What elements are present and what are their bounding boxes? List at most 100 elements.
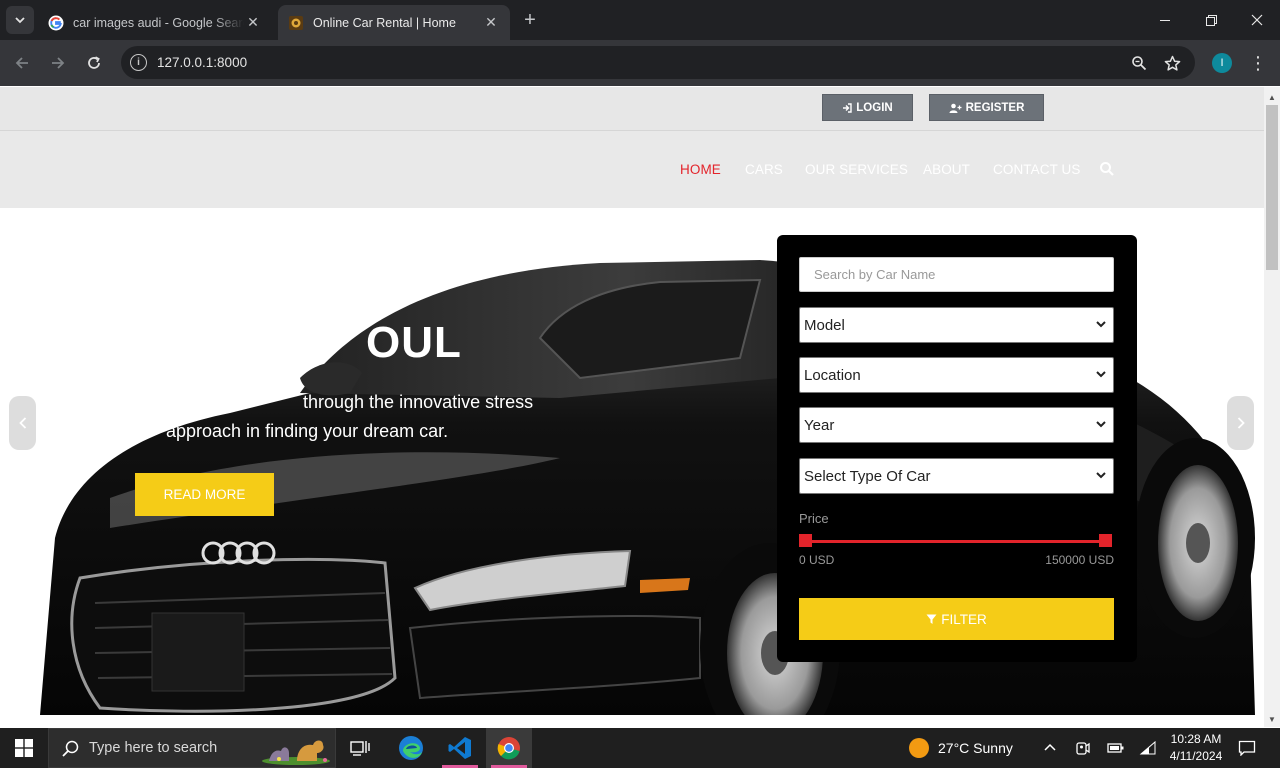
search-icon [62, 740, 79, 757]
minimize-icon [1159, 19, 1170, 21]
start-button[interactable] [0, 728, 48, 768]
top-bar: LOGIN REGISTER [0, 87, 1264, 131]
year-select[interactable]: Year [799, 407, 1114, 443]
reload-button[interactable] [80, 49, 108, 77]
new-tab-button[interactable]: + [518, 8, 542, 32]
restore-icon [1205, 14, 1217, 26]
back-button[interactable] [8, 49, 36, 77]
page-scrollbar[interactable]: ▲ ▼ [1264, 87, 1280, 727]
chevron-down-icon [1096, 472, 1106, 479]
network-indicator[interactable] [1139, 728, 1157, 768]
notification-icon [1238, 740, 1256, 756]
taskbar-chrome-app[interactable] [486, 728, 532, 768]
chevron-down-icon [15, 17, 25, 24]
task-view-button[interactable] [337, 728, 383, 768]
nav-item-our-services[interactable]: OUR SERVICES [805, 162, 908, 177]
notification-center-button[interactable] [1238, 728, 1256, 768]
chevron-down-icon [1096, 321, 1106, 328]
search-highlight-illustration-icon [262, 740, 330, 765]
filter-icon [926, 614, 937, 624]
scroll-down-icon[interactable]: ▼ [1264, 711, 1280, 727]
google-icon [48, 15, 64, 30]
close-window-button[interactable] [1234, 0, 1280, 40]
tray-overflow-button[interactable] [1043, 728, 1057, 768]
carousel-prev-button[interactable] [9, 396, 36, 450]
nav-item-home[interactable]: HOME [680, 162, 721, 177]
chevron-left-icon [18, 417, 26, 429]
zoom-icon[interactable] [1128, 52, 1150, 74]
browser-toolbar: i 127.0.0.1:8000 I ⋮ [0, 40, 1280, 86]
browser-tab-car-rental[interactable]: Online Car Rental | Home ✕ [278, 5, 510, 40]
tab-title: car images audi - Google Search [73, 15, 244, 30]
task-view-icon [350, 741, 370, 756]
tab-search-button[interactable] [6, 6, 34, 34]
profile-avatar[interactable]: I [1212, 53, 1232, 73]
chevron-up-icon [1044, 743, 1056, 751]
car-type-select-value: Select Type Of Car [804, 467, 931, 485]
taskbar-search-placeholder: Type here to search [89, 740, 218, 756]
browser-menu-icon[interactable]: ⋮ [1248, 50, 1268, 76]
price-max-handle[interactable] [1099, 534, 1112, 547]
model-select[interactable]: Model [799, 307, 1114, 343]
login-button[interactable]: LOGIN [822, 94, 913, 121]
user-plus-icon [949, 103, 962, 113]
minimize-button[interactable] [1142, 0, 1188, 40]
car-type-select[interactable]: Select Type Of Car [799, 458, 1114, 494]
system-clock[interactable]: 10:28 AM 4/11/2024 [1158, 731, 1234, 765]
weather-text: 27°C Sunny [938, 740, 1013, 756]
chevron-down-icon [1096, 421, 1106, 428]
car-name-search-input[interactable]: Search by Car Name [799, 257, 1114, 292]
scroll-thumb[interactable] [1266, 105, 1278, 270]
location-select-value: Location [804, 366, 861, 384]
price-label: Price [799, 511, 829, 526]
reload-icon [88, 56, 100, 69]
taskbar-edge-app[interactable] [388, 728, 434, 768]
windows-logo-icon [15, 739, 33, 757]
browser-tab-bar: car images audi - Google Search ✕ Online… [0, 0, 1280, 40]
read-more-button[interactable]: READ MORE [135, 473, 274, 516]
close-icon[interactable]: ✕ [244, 14, 262, 32]
car-filter-panel: Search by Car Name Model Location Year S… [777, 235, 1137, 662]
login-label: LOGIN [856, 101, 893, 114]
nav-item-about[interactable]: ABOUT [923, 162, 970, 177]
chrome-icon [497, 737, 520, 760]
search-icon[interactable] [1099, 161, 1115, 177]
battery-indicator[interactable] [1107, 728, 1125, 768]
register-label: REGISTER [965, 101, 1025, 114]
meet-now-button[interactable] [1075, 728, 1091, 768]
sun-icon [909, 738, 929, 758]
nav-item-cars[interactable]: CARS [745, 162, 783, 177]
price-min-handle[interactable] [799, 534, 812, 547]
tab-title: Online Car Rental | Home [313, 15, 456, 30]
forward-button[interactable] [44, 49, 72, 77]
register-button[interactable]: REGISTER [929, 94, 1044, 121]
wifi-icon [1139, 740, 1156, 755]
carousel-next-button[interactable] [1227, 396, 1254, 450]
browser-tab-google[interactable]: car images audi - Google Search ✕ [38, 5, 272, 40]
site-info-icon[interactable]: i [130, 54, 147, 71]
taskbar-search-box[interactable]: Type here to search [48, 728, 336, 768]
taskbar-vscode-app[interactable] [437, 728, 483, 768]
chevron-down-icon [1096, 371, 1106, 378]
price-max-value: 150000 USD [1045, 553, 1114, 567]
scroll-up-icon[interactable]: ▲ [1264, 89, 1280, 105]
clock-date: 4/11/2024 [1169, 749, 1223, 763]
location-select[interactable]: Location [799, 357, 1114, 393]
web-page: LOGIN REGISTER HOME CARS OUR SERVICES AB… [0, 87, 1264, 715]
year-select-value: Year [804, 416, 835, 434]
close-icon [1251, 14, 1263, 26]
filter-button[interactable]: FILTER [799, 598, 1114, 640]
close-icon[interactable]: ✕ [482, 14, 500, 32]
edge-icon [399, 736, 423, 760]
bookmark-star-icon[interactable] [1161, 52, 1183, 74]
price-range-track[interactable] [805, 540, 1105, 543]
nav-item-contact-us[interactable]: CONTACT US [993, 162, 1081, 177]
restore-button[interactable] [1188, 0, 1234, 40]
address-bar[interactable]: i 127.0.0.1:8000 [121, 46, 1195, 79]
clock-time: 10:28 AM [1170, 732, 1222, 746]
filter-button-label: FILTER [941, 611, 987, 627]
hero-heading: OUL [366, 318, 462, 367]
weather-widget[interactable]: 27°C Sunny [908, 728, 1013, 768]
hero-text-line-1: through the innovative stress [303, 392, 534, 412]
hero-carousel: OUL through the innovative stress approa… [0, 208, 1264, 715]
